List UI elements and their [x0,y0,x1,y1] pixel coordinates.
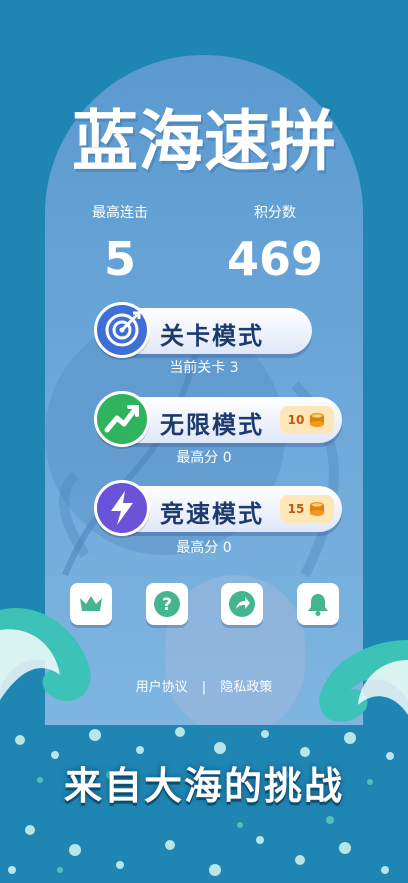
lightning-icon [94,480,150,536]
help-icon: ? [154,591,180,617]
best-combo-label: 最高连击 [92,205,148,221]
bell-icon [308,594,328,616]
speed-mode-label: 竞速模式 [160,500,264,528]
coin-icon [310,502,325,516]
level-mode-label: 关卡模式 [160,322,264,350]
speed-cost-value: 15 [287,502,305,516]
privacy-policy-link[interactable]: 隐私政策 [220,676,272,695]
endless-mode-cost: 10 [280,406,334,434]
endless-cost-value: 10 [287,413,305,427]
game-title: 蓝海速拼 [72,102,336,180]
current-level-text: 当前关卡 3 [169,360,239,376]
endless-mode-label: 无限模式 [160,411,264,439]
help-button[interactable]: ? [146,583,188,625]
share-icon [229,591,255,617]
slogan-banner: 来自大海的挑战 [63,764,344,808]
ranking-button[interactable] [70,583,112,625]
endless-mode-button[interactable]: 无限模式 10 [94,391,342,447]
level-mode-button[interactable]: 关卡模式 [94,302,312,358]
notification-button[interactable] [297,583,339,625]
link-separator: | [201,680,207,695]
speed-mode-cost: 15 [280,495,334,523]
share-button[interactable] [221,583,263,625]
score-label: 积分数 [254,205,296,221]
speed-best-score: 最高分 0 [176,540,232,556]
svg-text:?: ? [162,595,172,615]
endless-best-score: 最高分 0 [176,450,232,466]
trend-up-icon [94,391,150,447]
crown-icon [80,596,102,611]
speed-mode-button[interactable]: 竞速模式 15 [94,480,342,536]
target-icon [94,302,150,358]
footer-links: 用户协议 | 隐私政策 [0,676,408,695]
user-agreement-link[interactable]: 用户协议 [136,676,188,695]
score-value: 469 [226,232,324,286]
coin-icon [310,413,325,427]
best-combo-value: 5 [103,232,136,286]
